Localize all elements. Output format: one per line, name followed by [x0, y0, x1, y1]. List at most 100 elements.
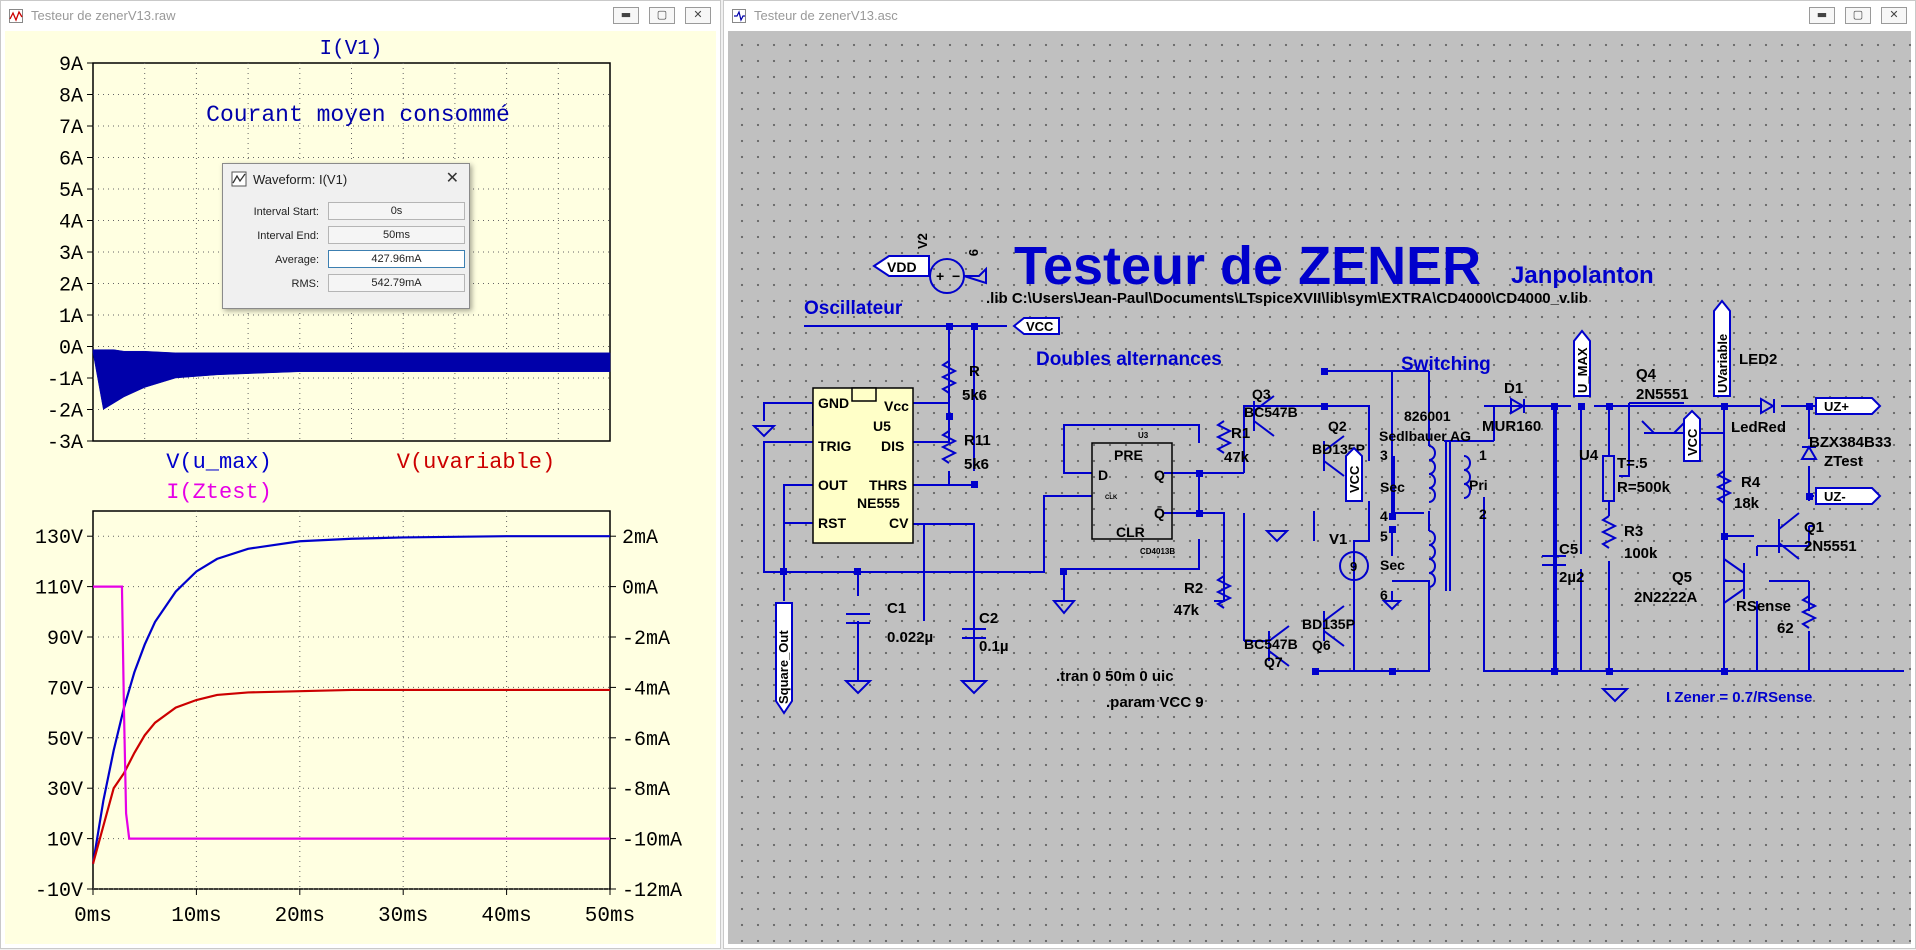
interval-end-row: Interval End: 50ms	[223, 226, 469, 246]
cd4013-ic[interactable]: U3 CD4013B D CLK PRE Q Q̄ CLR	[1091, 431, 1175, 556]
junction-dots	[780, 323, 1813, 675]
u-max-net-label[interactable]: U_MAX	[1573, 329, 1591, 397]
zener-part: BZX384B33	[1809, 434, 1892, 451]
ground-symbol[interactable]	[1051, 600, 1077, 615]
param-directive[interactable]: .param VCC 9	[1106, 694, 1204, 711]
waveform-window: Testeur de zenerV13.raw ▬ ▢ ✕ I(V1) Cour…	[0, 0, 721, 949]
q3-ref: Q3	[1252, 386, 1271, 402]
ground-symbol[interactable]	[1600, 688, 1630, 703]
transistor-q6[interactable]: Q6 BD135P	[1302, 605, 1355, 653]
sec-pin-5: 5	[1380, 528, 1388, 544]
capacitor-c1[interactable]: C1 0.022µ	[846, 600, 933, 646]
waveform-plots[interactable]: I(V1) Courant moyen consommé 9A 8A 7A 6A 5A 4…	[1, 1, 722, 950]
ne555-pin-rst: RST	[818, 515, 846, 531]
rsense-value: 62	[1777, 620, 1794, 637]
sec-pin-4: 4	[1380, 508, 1388, 524]
ground-symbol[interactable]	[751, 425, 777, 438]
led-led2[interactable]: LED2 LedRed	[1731, 351, 1786, 436]
y-left-tick-label: 110V	[35, 578, 83, 601]
c5-ref: C5	[1559, 541, 1578, 558]
average-label: Average:	[275, 254, 319, 266]
vdd-net-label[interactable]: VDD	[872, 255, 930, 277]
diode-d1[interactable]: D1 MUR160	[1482, 380, 1541, 435]
transistor-q5[interactable]: Q5 2N2222A	[1634, 558, 1745, 606]
wire[interactable]	[1063, 539, 1200, 601]
wire[interactable]	[974, 495, 1092, 573]
ne555-pin-thrs: THRS	[869, 477, 907, 493]
transistor-q7[interactable]: Q7 BC547B	[1244, 625, 1298, 670]
y-tick-label: -3A	[47, 432, 83, 455]
capacitor-c2[interactable]: C2 0.1µ	[962, 610, 1009, 655]
wire[interactable]	[783, 484, 813, 572]
ne555-ref: U5	[873, 418, 891, 434]
resistor-r1[interactable]: R1 47k	[1215, 420, 1250, 466]
q4-value: 2N5551	[1636, 386, 1689, 403]
resistor-r11[interactable]: R11 5k6	[940, 430, 991, 473]
interval-end-field[interactable]: 50ms	[328, 226, 465, 244]
square-out-net-label[interactable]: Square_Out	[775, 602, 793, 715]
transformer-826001[interactable]: 826001 Sedlbauer AG 3 Sec 4 5 Sec 6 1 Pr…	[1379, 408, 1488, 603]
vcc-net-label-right[interactable]: VCC	[1683, 409, 1701, 462]
ground-symbol[interactable]	[1264, 530, 1290, 543]
zener-ztest[interactable]: BZX384B33 ZTest	[1800, 434, 1892, 470]
rms-field[interactable]: 542.79mA	[328, 274, 465, 292]
top-trace-label[interactable]: I(V1)	[319, 38, 382, 61]
wire[interactable]	[1483, 405, 1564, 672]
transistor-q4[interactable]: Q4 2N5551	[1636, 366, 1689, 434]
ne555-ic[interactable]: GND TRIG OUT RST Vcc DIS THRS CV U5 NE55…	[812, 387, 914, 544]
uvariable-net-label[interactable]: UVariable	[1713, 299, 1731, 397]
x-tick-label: 30ms	[378, 905, 428, 928]
v2-value: 9	[966, 249, 981, 256]
ztest-trace-label[interactable]: I(Ztest)	[166, 480, 272, 505]
v1-source[interactable]: V1 9	[1329, 531, 1369, 581]
potentiometer-u4[interactable]: U4 T=.5 R=500k	[1579, 447, 1671, 502]
cd4013-pin-clk: CLK	[1105, 495, 1118, 501]
r2-ref: R2	[1184, 580, 1203, 597]
y-right-tick-label: 2mA	[622, 527, 658, 550]
y-left-tick-label: 130V	[35, 527, 83, 550]
resistor-rsense[interactable]: RSense 62	[1736, 595, 1818, 637]
dialog-close-icon[interactable]: ✕	[446, 168, 459, 187]
wire[interactable]	[1353, 501, 1394, 672]
u4-param-t: T=.5	[1617, 455, 1647, 472]
section-doubles-alternances: Doubles alternances	[1036, 349, 1222, 370]
uvariable-trace-label[interactable]: V(uvariable)	[397, 450, 555, 475]
svg-text:UZ+: UZ+	[1824, 399, 1849, 414]
y-right-tick-label: 0mA	[622, 578, 658, 601]
uz-plus-net-label[interactable]: UZ+	[1815, 397, 1882, 415]
uz-minus-net-label[interactable]: UZ-	[1815, 487, 1882, 505]
interval-start-field[interactable]: 0s	[328, 202, 465, 220]
svg-text:VDD: VDD	[887, 259, 917, 275]
schematic-drawing[interactable]: Testeur de ZENER Janpolanton .lib C:\Use…	[724, 1, 1916, 950]
ne555-part: NE555	[857, 495, 900, 511]
transistor-q1[interactable]: Q1 2N5551	[1778, 512, 1857, 560]
q6-value: BD135P	[1302, 616, 1355, 632]
d1-ref: D1	[1504, 380, 1523, 397]
top-y-tick-labels: 9A 8A 7A 6A 5A 4A 3A 2A 1A 0A -1A -2A -3A	[47, 54, 93, 455]
y-tick-label: 7A	[59, 117, 83, 140]
u-max-trace-label[interactable]: V(u_max)	[166, 450, 272, 475]
resistor-r3[interactable]: R3 100k	[1600, 515, 1658, 562]
y-right-tick-label: -6mA	[622, 729, 670, 752]
wire[interactable]	[1164, 472, 1200, 514]
waveform-stats-dialog[interactable]: Waveform: I(V1) ✕ Interval Start: 0s Int…	[222, 163, 470, 309]
capacitor-c5[interactable]: C5 2µ2	[1542, 541, 1584, 586]
wire[interactable]	[913, 416, 950, 443]
wire[interactable]	[784, 402, 814, 426]
transistor-q3[interactable]: Q3 BC547B	[1244, 386, 1298, 437]
ground-symbol[interactable]	[843, 680, 873, 695]
cd4013-pin-qbar: Q̄	[1154, 504, 1165, 521]
sec-label-1: Sec	[1380, 479, 1405, 495]
wire[interactable]	[1392, 580, 1430, 672]
vcc-net-label[interactable]: VCC	[1012, 317, 1060, 335]
ground-symbol[interactable]	[959, 680, 989, 695]
lib-directive[interactable]: .lib C:\Users\Jean-Paul\Documents\LTspic…	[986, 290, 1588, 307]
q7-value: BC547B	[1244, 636, 1298, 652]
resistor-r2[interactable]: R2 47k	[1174, 575, 1233, 619]
average-field[interactable]: 427.96mA	[328, 250, 465, 268]
c2-value: 0.1µ	[979, 638, 1009, 655]
vcc-net-label-mid[interactable]: VCC	[1345, 446, 1363, 502]
y-right-tick-label: -4mA	[622, 678, 670, 701]
tran-directive[interactable]: .tran 0 50m 0 uic	[1056, 668, 1174, 685]
wire[interactable]	[763, 402, 784, 421]
